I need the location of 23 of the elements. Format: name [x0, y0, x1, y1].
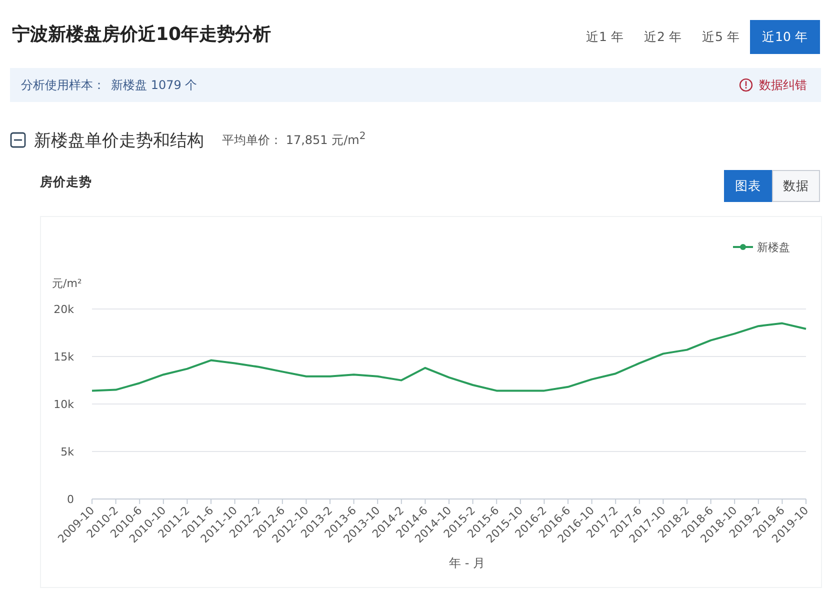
period-tab[interactable]: 近1 年 — [576, 20, 634, 54]
section-title: 新楼盘单价走势和结构 — [34, 130, 204, 152]
legend-label: 新楼盘 — [757, 241, 790, 254]
view-toggle-button[interactable]: 数据 — [772, 170, 820, 202]
y-tick-label: 15k — [54, 350, 74, 364]
collapse-icon[interactable] — [10, 132, 26, 148]
period-tab[interactable]: 近10 年 — [750, 20, 820, 54]
view-toggle-button[interactable]: 图表 — [724, 170, 772, 202]
period-tab[interactable]: 近5 年 — [692, 20, 750, 54]
y-tick-label: 10k — [54, 398, 74, 411]
report-link[interactable]: 数据纠错 — [739, 76, 807, 94]
sample-label: 分析使用样本： — [21, 76, 105, 94]
y-tick-label: 20k — [54, 303, 74, 316]
panel-title: 房价走势 — [40, 174, 92, 191]
info-icon — [739, 78, 753, 92]
average-price: 平均单价： 17,851 元/m$^{2}$ — [222, 131, 366, 149]
page-title: 宁波新楼盘房价近10年走势分析 — [12, 23, 272, 46]
y-tick-label: 5k — [60, 446, 74, 458]
period-tab[interactable]: 近2 年 — [634, 20, 692, 54]
sample-value: 新楼盘 1079 个 — [111, 76, 198, 94]
y-tick-label: 0 — [67, 493, 74, 506]
y-axis-label: 元/m² — [52, 277, 82, 290]
x-axis-label: 年 - 月 — [449, 556, 485, 570]
